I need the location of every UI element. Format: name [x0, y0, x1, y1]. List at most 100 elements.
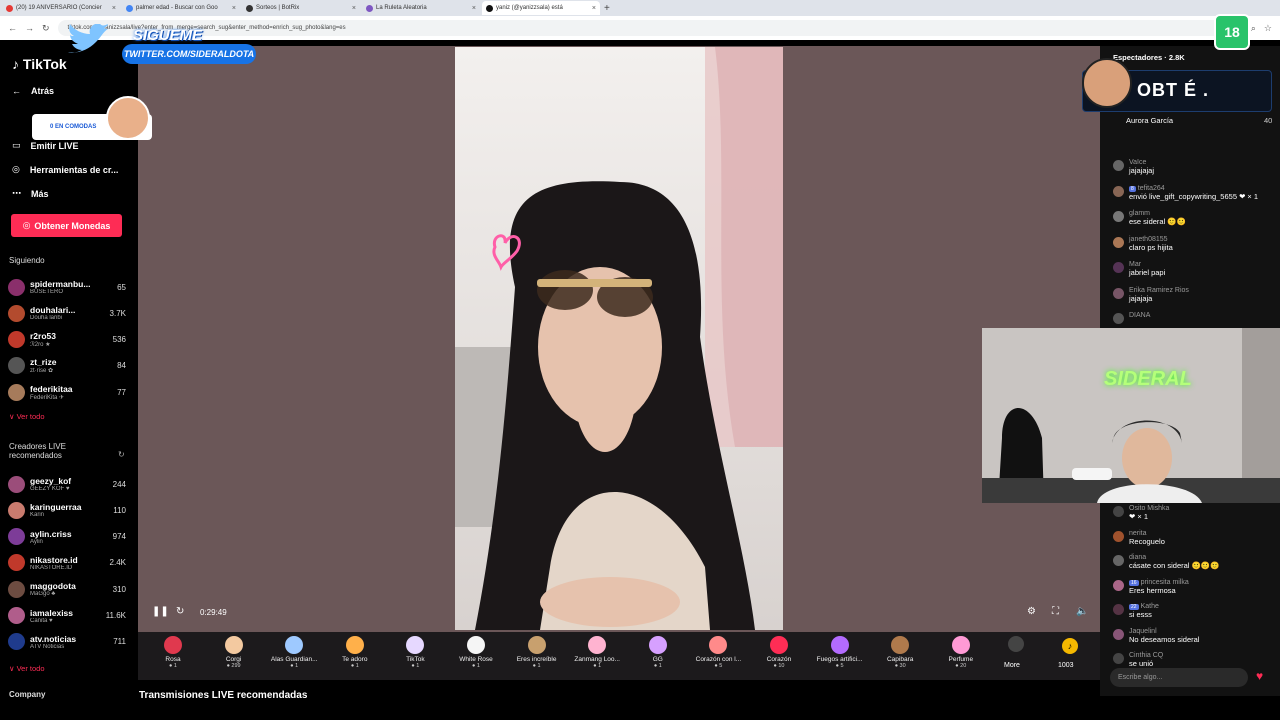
- chat-message[interactable]: Jaquelinl No deseamos sideral: [1113, 628, 1273, 644]
- account-subtitle: Karin: [30, 512, 45, 519]
- chat-username: nerita: [1129, 529, 1147, 537]
- chat-message[interactable]: Erika Ramirez Rios jajajaja: [1113, 287, 1273, 303]
- chat-message[interactable]: 8 tefita264 envió live_gift_copywriting_56…: [1113, 185, 1273, 201]
- go-live-link[interactable]: ▭ Emitir LIVE: [12, 140, 79, 151]
- browser-tab[interactable]: yaniz (@yanizzsala) está ×: [482, 1, 600, 15]
- gift-item[interactable]: Alas Guardian... ● 1: [266, 636, 322, 669]
- get-coins-button[interactable]: ◎ Obtener Monedas: [11, 214, 122, 237]
- chat-message[interactable]: Osito Mishka ❤ × 1: [1113, 505, 1273, 521]
- chat-message[interactable]: 16 princesita milka Eres hermosa: [1113, 579, 1273, 595]
- chat-text: jajajajaj: [1129, 166, 1155, 175]
- gift-item[interactable]: GG ● 1: [630, 636, 686, 669]
- level-badge: 8: [1129, 185, 1136, 192]
- zoom-icon[interactable]: ⌕: [1251, 23, 1256, 34]
- browser-tab[interactable]: (20) 19 ANIVERSARIO (Concier ×: [2, 1, 120, 15]
- browser-tab[interactable]: Sorteos | BotRix ×: [242, 1, 360, 15]
- chat-username: Mar: [1129, 261, 1142, 268]
- chat-message[interactable]: Cinthia CQ se unió: [1113, 652, 1273, 668]
- gift-name: Fuegos artifici...: [816, 656, 863, 663]
- sidebar-account-item[interactable]: spidermanbu... BUSETERO 65: [8, 275, 126, 299]
- chat-message[interactable]: Vaïce jajajajaj: [1113, 159, 1273, 175]
- tiktok-logo[interactable]: ♪ TikTok: [12, 56, 67, 72]
- pause-icon[interactable]: ❚❚: [152, 606, 169, 617]
- gift-item[interactable]: Rosa ● 1: [145, 636, 201, 669]
- close-icon[interactable]: ×: [232, 5, 236, 12]
- viewers-count[interactable]: Espectadores · 2.8K: [1113, 53, 1185, 62]
- sidebar-account-item[interactable]: douhalari... Douha laribi 3.7K: [8, 301, 126, 325]
- gift-item[interactable]: Corazón ● 10: [751, 636, 807, 669]
- url-field[interactable]: tiktok.com/@yanizzsala/live?enter_from_m…: [57, 20, 1243, 36]
- gift-name: Eres increíble: [516, 656, 557, 663]
- gift-name: Te adoro: [342, 656, 368, 663]
- gift-item[interactable]: Zanmang Loo... ● 1: [569, 636, 625, 669]
- close-icon[interactable]: ×: [112, 5, 116, 12]
- sidebar-account-item[interactable]: r2ro53 ℛ2ro ★ 536: [8, 328, 126, 352]
- gift-item[interactable]: Corazón con l... ● 5: [690, 636, 746, 669]
- sidebar-account-item[interactable]: iamalexiss Cañita ♥ 11.6K: [8, 604, 126, 628]
- volume-icon[interactable]: 🔈: [1076, 606, 1088, 617]
- gift-item[interactable]: Eres increíble ● 1: [509, 636, 565, 669]
- sidebar-account-item[interactable]: maggodota MaGgo ♣ 310: [8, 577, 126, 601]
- viewer-count: 65: [117, 282, 126, 292]
- close-icon[interactable]: ×: [472, 5, 476, 12]
- heart-icon[interactable]: ♥: [1256, 669, 1263, 683]
- see-all-following[interactable]: ∨ Ver todo: [9, 412, 45, 421]
- gift-item[interactable]: Te adoro ● 1: [327, 636, 383, 669]
- new-tab-icon[interactable]: +: [604, 3, 610, 14]
- sidebar-account-item[interactable]: aylin.criss Aylin 974: [8, 525, 126, 549]
- chat-message[interactable]: DIANA: [1113, 312, 1273, 324]
- chat-message[interactable]: 22 Kathe si esss: [1113, 603, 1273, 619]
- close-icon[interactable]: ×: [592, 5, 596, 12]
- avatar: [1113, 579, 1124, 591]
- creator-tools-link[interactable]: ◎ Herramientas de cr...: [12, 164, 118, 175]
- see-all-recommended[interactable]: ∨ Ver todo: [9, 664, 45, 673]
- live-video[interactable]: [455, 47, 783, 630]
- more-link[interactable]: ⋯ Más: [12, 188, 49, 199]
- chat-message[interactable]: diana cásate con sideral 🙂🙂🙂: [1113, 554, 1273, 570]
- bookmark-star-icon[interactable]: ☆: [1264, 23, 1272, 34]
- gift-item[interactable]: Capibara ● 30: [872, 636, 928, 669]
- close-icon[interactable]: ×: [352, 5, 356, 12]
- browser-tab[interactable]: palmer edad - Buscar con Goo ×: [122, 1, 240, 15]
- gift-item[interactable]: TikTok ● 1: [387, 636, 443, 669]
- forward-icon[interactable]: →: [25, 23, 34, 33]
- replay-icon[interactable]: ↻: [176, 606, 184, 617]
- refresh-icon[interactable]: ↻: [118, 450, 125, 459]
- gift-price: ● 1: [169, 663, 177, 669]
- avatar: [1113, 628, 1124, 640]
- sidebar-account-item[interactable]: zt_rize zt·rise ✿ 84: [8, 354, 126, 378]
- browser-tab[interactable]: La Ruleta Aleatoria ×: [362, 1, 480, 15]
- chat-message[interactable]: glamm ese sideral 🙂🙂: [1113, 210, 1273, 226]
- gift-bar: More ♪ 1003 Rosa ● 1 Corgi ● 299 Alas Guardi…: [138, 632, 1100, 680]
- gift-item[interactable]: White Rose ● 1: [448, 636, 504, 669]
- gift-item[interactable]: Perfume ● 20: [933, 636, 989, 669]
- avatar: [8, 383, 25, 401]
- chat-username: glamm: [1129, 210, 1151, 217]
- gift-more-button[interactable]: More: [1004, 662, 1020, 669]
- sidebar-account-item[interactable]: federikitaa FederiKita ✈ 77: [8, 380, 126, 404]
- coin-balance[interactable]: 1003: [1058, 662, 1074, 669]
- scroll-up-icon[interactable]: [1008, 636, 1024, 652]
- chat-message[interactable]: Mar jabriel papi: [1113, 261, 1273, 277]
- reload-icon[interactable]: ↻: [42, 23, 50, 34]
- fullscreen-icon[interactable]: ⛶: [1052, 606, 1059, 617]
- gift-icon: [770, 636, 788, 654]
- account-names: douhalari... Douha laribi: [30, 305, 105, 321]
- company-link[interactable]: Company: [9, 690, 45, 699]
- top-viewer[interactable]: Aurora García: [1126, 116, 1173, 125]
- sidebar-account-item[interactable]: geezy_kof GEEZY KOF ♥ 244: [8, 472, 126, 496]
- sidebar-account-item[interactable]: karinguerraa Karin 110: [8, 498, 126, 522]
- chat-message[interactable]: janeth08155 claro ps hijita: [1113, 236, 1273, 252]
- gift-item[interactable]: Fuegos artifici... ● 5: [812, 636, 868, 669]
- account-name: spidermanbu...: [30, 279, 91, 289]
- chat-input[interactable]: Escribe algo...: [1110, 668, 1248, 687]
- sidebar-account-item[interactable]: atv.noticias ATV Noticias 711: [8, 630, 126, 654]
- twitter-bird-icon: [68, 24, 110, 53]
- sidebar-account-item[interactable]: nikastore.id NIKASTORE.ID 2.4K: [8, 551, 126, 575]
- gift-item[interactable]: Corgi ● 299: [206, 636, 262, 669]
- back-link[interactable]: ← Atrás: [12, 86, 54, 96]
- gift-name: TikTok: [406, 656, 425, 663]
- chat-message[interactable]: nerita Recoguelo: [1113, 530, 1273, 546]
- back-icon[interactable]: ←: [8, 23, 17, 33]
- settings-gear-icon[interactable]: ⚙: [1027, 606, 1036, 617]
